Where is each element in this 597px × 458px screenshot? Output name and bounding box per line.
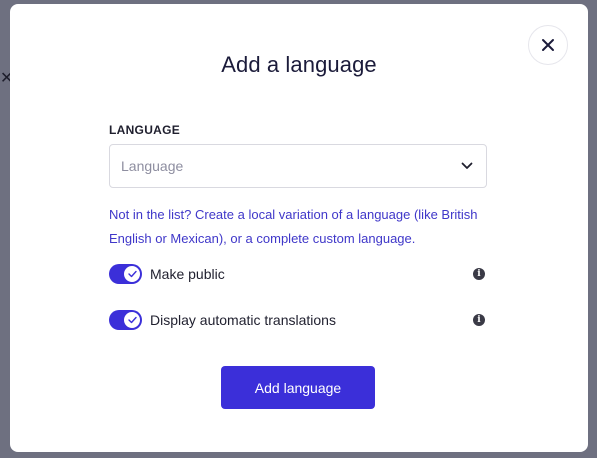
close-icon [542,39,554,51]
add-language-button[interactable]: Add language [221,366,375,409]
toggle-knob [124,266,140,282]
toggle-knob [124,312,140,328]
language-select-placeholder: Language [121,158,184,174]
dialog-title: Add a language [221,52,377,77]
make-public-label: Make public [150,266,225,282]
background-close-icon: ✕ [0,70,14,87]
chevron-down-icon [460,159,474,173]
language-select[interactable]: Language [109,144,487,188]
automatic-translations-label: Display automatic translations [150,312,336,328]
custom-language-link[interactable]: Not in the list? Create a local variatio… [109,203,489,251]
info-icon[interactable]: i [473,314,485,326]
check-icon [127,270,137,278]
add-language-dialog: Add a language LANGUAGE Language Not in … [10,4,588,452]
automatic-translations-row: Display automatic translations i [109,309,487,331]
automatic-translations-toggle[interactable] [109,310,142,330]
check-icon [127,316,137,324]
info-icon[interactable]: i [473,268,485,280]
language-field-label: LANGUAGE [109,123,181,137]
make-public-row: Make public i [109,263,487,285]
make-public-toggle[interactable] [109,264,142,284]
